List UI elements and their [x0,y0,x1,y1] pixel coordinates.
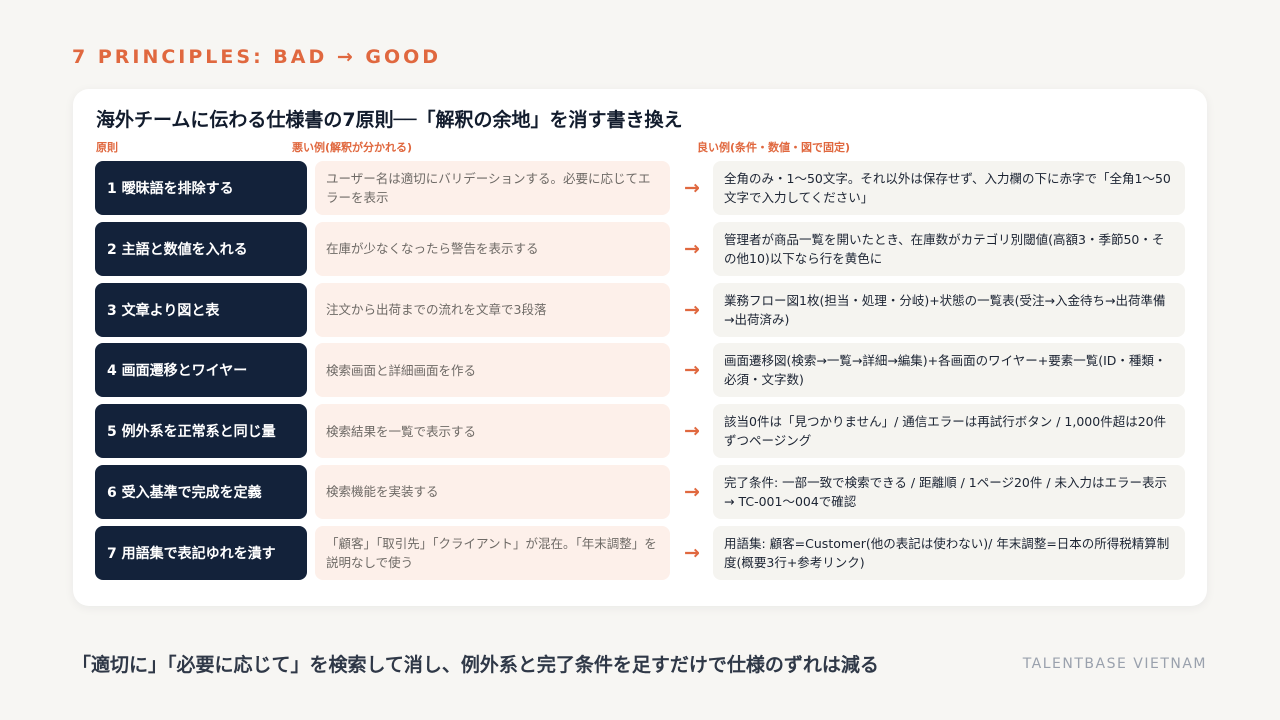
principle-label: 2 主語と数値を入れる [95,221,307,276]
principle-label: 3 文章より図と表 [95,282,307,337]
arrow-right-icon: → [684,237,700,260]
good-example: 該当0件は「見つかりません」/ 通信エラーは再試行ボタン / 1,000件超は2… [713,404,1185,459]
principle-label: 4 画面遷移とワイヤー [95,343,307,398]
footer-summary: 「適切に」「必要に応じて」を検索して消し、例外系と完了条件を足すだけで仕様のずれ… [72,654,879,676]
bad-example: 検索画面と詳細画面を作る [315,343,670,398]
principle-row: 3 文章より図と表 注文から出荷までの流れを文章で3段落 → 業務フロー図1枚(… [95,282,1185,337]
card-title: 海外チームに伝わる仕様書の7原則──「解釈の余地」を消す書き換え [96,109,683,131]
bad-example: 「顧客」「取引先」「クライアント」が混在。「年末調整」を説明なしで使う [315,525,670,580]
principles-card: 海外チームに伝わる仕様書の7原則──「解釈の余地」を消す書き換え 原則 悪い例(… [73,89,1207,606]
arrow-right-icon: → [684,541,700,564]
principle-label: 1 曖昧語を排除する [95,161,307,215]
arrow-right-icon: → [684,298,700,321]
bad-example: 在庫が少なくなったら警告を表示する [315,221,670,276]
principle-row: 7 用語集で表記ゆれを潰す 「顧客」「取引先」「クライアント」が混在。「年末調整… [95,525,1185,580]
principle-row: 6 受入基準で完成を定義 検索機能を実装する → 完了条件: 一部一致で検索でき… [95,464,1185,519]
bad-example: 検索結果を一覧で表示する [315,404,670,459]
arrow-right-icon: → [684,420,700,443]
arrow-right-icon: → [684,177,700,199]
arrow-right-icon: → [684,359,700,382]
bad-example: ユーザー名は適切にバリデーションする。必要に応じてエラーを表示 [315,161,670,215]
good-example: 管理者が商品一覧を開いたとき、在庫数がカテゴリ別閾値(高額3・季節50・その他1… [713,221,1185,276]
bad-example: 注文から出荷までの流れを文章で3段落 [315,282,670,337]
principle-label: 7 用語集で表記ゆれを潰す [95,525,307,580]
column-header-bad: 悪い例(解釈が分かれる) [292,141,413,154]
principle-row: 2 主語と数値を入れる 在庫が少なくなったら警告を表示する → 管理者が商品一覧… [95,221,1185,276]
good-example: 画面遷移図(検索→一覧→詳細→編集)+各画面のワイヤー+要素一覧(ID・種類・必… [713,343,1185,398]
principle-row: 5 例外系を正常系と同じ量 検索結果を一覧で表示する → 該当0件は「見つかりま… [95,404,1185,459]
principle-row: 4 画面遷移とワイヤー 検索画面と詳細画面を作る → 画面遷移図(検索→一覧→詳… [95,343,1185,398]
good-example: 業務フロー図1枚(担当・処理・分岐)+状態の一覧表(受注→入金待ち→出荷準備→出… [713,282,1185,337]
brand-name: TALENTBASE VIETNAM [1022,656,1207,672]
good-example: 用語集: 顧客=Customer(他の表記は使わない)/ 年末調整=日本の所得税… [713,525,1185,580]
column-header-good: 良い例(条件・数値・図で固定) [697,141,851,154]
arrow-right-icon: → [684,480,700,503]
principle-label: 6 受入基準で完成を定義 [95,464,307,519]
column-header-principle: 原則 [96,141,118,154]
good-example: 完了条件: 一部一致で検索できる / 距離順 / 1ページ20件 / 未入力はエ… [713,464,1185,519]
principles-list: 1 曖昧語を排除する ユーザー名は適切にバリデーションする。必要に応じてエラーを… [95,161,1185,587]
principle-label: 5 例外系を正常系と同じ量 [95,404,307,459]
principle-row: 1 曖昧語を排除する ユーザー名は適切にバリデーションする。必要に応じてエラーを… [95,161,1185,215]
bad-example: 検索機能を実装する [315,464,670,519]
good-example: 全角のみ・1〜50文字。それ以外は保存せず、入力欄の下に赤字で「全角1〜50文字… [713,161,1185,215]
eyebrow-heading: 7 PRINCIPLES: BAD → GOOD [72,46,442,68]
